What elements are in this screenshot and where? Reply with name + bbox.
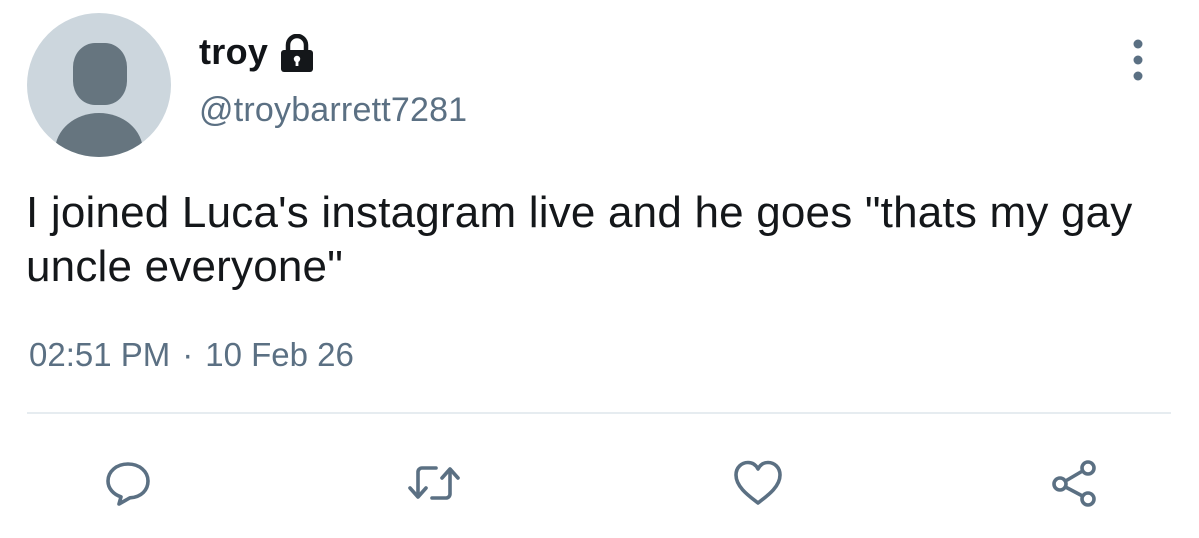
lock-icon [278,34,316,74]
more-options-button[interactable] [1120,38,1156,82]
heart-icon [734,460,782,505]
user-handle[interactable]: @troybarrett7281 [199,91,467,130]
divider [27,412,1171,414]
avatar[interactable] [27,13,171,157]
user-name-row: troy [199,28,316,76]
tweet-date: 10 Feb 26 [205,336,354,373]
default-avatar-icon [27,13,171,157]
share-button[interactable] [1046,455,1102,511]
display-name[interactable]: troy [199,31,268,73]
share-icon [1052,460,1096,507]
tweet-time: 02:51 PM [29,336,171,373]
tweet-timestamp[interactable]: 02:51 PM · 10 Feb 26 [29,336,354,374]
more-vertical-icon [1133,39,1143,81]
reply-button[interactable] [100,455,156,511]
tweet-text: I joined Luca's instagram live and he go… [26,188,1133,291]
like-button[interactable] [730,455,786,511]
retweet-icon [408,466,460,500]
retweet-button[interactable] [406,455,462,511]
meta-separator: · [182,336,194,373]
reply-icon [106,462,150,506]
